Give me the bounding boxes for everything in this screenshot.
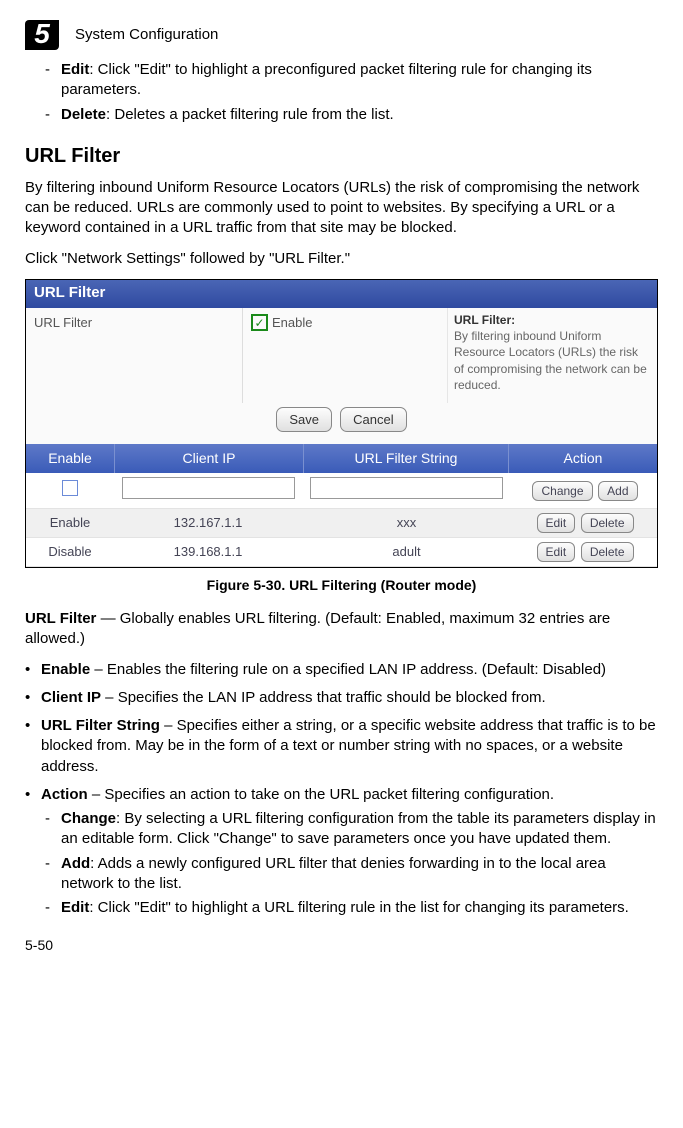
setting-label: URL Filter xyxy=(26,308,243,403)
page-header: 5 System Configuration xyxy=(25,20,658,50)
col-enable: Enable xyxy=(26,444,115,473)
def-term: Action xyxy=(41,786,88,803)
list-item: - Edit: Click "Edit" to highlight a URL … xyxy=(45,898,658,918)
table-row-new: Change Add xyxy=(26,473,657,509)
desc-text: : Deletes a packet filtering rule from t… xyxy=(106,106,394,123)
col-client-ip: Client IP xyxy=(115,444,304,473)
section-paragraph: Click "Network Settings" followed by "UR… xyxy=(25,249,658,269)
chapter-title: System Configuration xyxy=(75,25,218,45)
definition-url-filter: URL Filter — Globally enables URL filter… xyxy=(25,609,658,650)
enable-checkbox[interactable]: ✓ xyxy=(251,314,268,331)
delete-button[interactable]: Delete xyxy=(581,542,634,562)
row-enable-checkbox[interactable] xyxy=(62,480,78,496)
def-desc: — Globally enables URL filtering. (Defau… xyxy=(25,610,610,647)
add-button[interactable]: Add xyxy=(598,481,637,501)
def-term: Add xyxy=(61,855,90,872)
def-term: URL Filter String xyxy=(41,717,160,734)
list-item: - Change: By selecting a URL filtering c… xyxy=(45,809,658,850)
table-header: Enable Client IP URL Filter String Actio… xyxy=(26,444,657,473)
panel-title: URL Filter xyxy=(26,280,657,308)
def-desc: : Click "Edit" to highlight a URL filter… xyxy=(89,899,629,916)
list-item: - Edit: Click "Edit" to highlight a prec… xyxy=(45,60,658,101)
def-desc: – Specifies the LAN IP address that traf… xyxy=(101,689,546,706)
enable-label: Enable xyxy=(272,314,312,332)
def-desc: : By selecting a URL filtering configura… xyxy=(61,810,656,847)
def-desc: – Enables the filtering rule on a specif… xyxy=(90,661,606,678)
client-ip-input[interactable] xyxy=(122,477,295,499)
cell-string: xxx xyxy=(302,510,511,536)
list-item: - Add: Adds a newly configured URL filte… xyxy=(45,854,658,895)
term-edit: Edit xyxy=(61,61,89,78)
cell-enable: Disable xyxy=(26,539,114,565)
delete-button[interactable]: Delete xyxy=(581,513,634,533)
help-body: By filtering inbound Uniform Resource Lo… xyxy=(454,328,649,393)
edit-button[interactable]: Edit xyxy=(537,542,576,562)
help-title: URL Filter: xyxy=(454,312,649,328)
cancel-button[interactable]: Cancel xyxy=(340,407,406,433)
cell-enable: Enable xyxy=(26,510,114,536)
filter-string-input[interactable] xyxy=(310,477,503,499)
page-number: 5-50 xyxy=(25,936,658,955)
def-desc: : Adds a newly configured URL filter tha… xyxy=(61,855,606,892)
def-term: Edit xyxy=(61,899,89,916)
col-action: Action xyxy=(509,444,657,473)
save-button[interactable]: Save xyxy=(276,407,332,433)
table-row: Disable 139.168.1.1 adult Edit Delete xyxy=(26,538,657,567)
cell-ip: 139.168.1.1 xyxy=(114,539,302,565)
def-term: Enable xyxy=(41,661,90,678)
list-item: - Delete: Deletes a packet filtering rul… xyxy=(45,105,658,125)
list-item: • Enable – Enables the filtering rule on… xyxy=(25,660,658,680)
list-item: • URL Filter String – Specifies either a… xyxy=(25,716,658,777)
table-row: Enable 132.167.1.1 xxx Edit Delete xyxy=(26,509,657,538)
def-desc: – Specifies an action to take on the URL… xyxy=(88,786,554,803)
def-term: URL Filter xyxy=(25,610,96,627)
def-term: Client IP xyxy=(41,689,101,706)
cell-ip: 132.167.1.1 xyxy=(114,510,302,536)
term-delete: Delete xyxy=(61,106,106,123)
help-panel: URL Filter: By filtering inbound Uniform… xyxy=(447,308,657,403)
cell-string: adult xyxy=(302,539,511,565)
figure-caption: Figure 5-30. URL Filtering (Router mode) xyxy=(25,576,658,595)
def-term: Change xyxy=(61,810,116,827)
section-paragraph: By filtering inbound Uniform Resource Lo… xyxy=(25,178,658,239)
change-button[interactable]: Change xyxy=(532,481,592,501)
desc-text: : Click "Edit" to highlight a preconfigu… xyxy=(61,61,592,98)
list-item: • Client IP – Specifies the LAN IP addre… xyxy=(25,688,658,708)
list-item: • Action – Specifies an action to take o… xyxy=(25,785,658,805)
col-filter-string: URL Filter String xyxy=(304,444,509,473)
figure-screenshot: URL Filter URL Filter ✓ Enable URL Filte… xyxy=(25,279,658,569)
section-heading-url-filter: URL Filter xyxy=(25,143,658,170)
edit-button[interactable]: Edit xyxy=(537,513,576,533)
chapter-number: 5 xyxy=(25,20,59,50)
